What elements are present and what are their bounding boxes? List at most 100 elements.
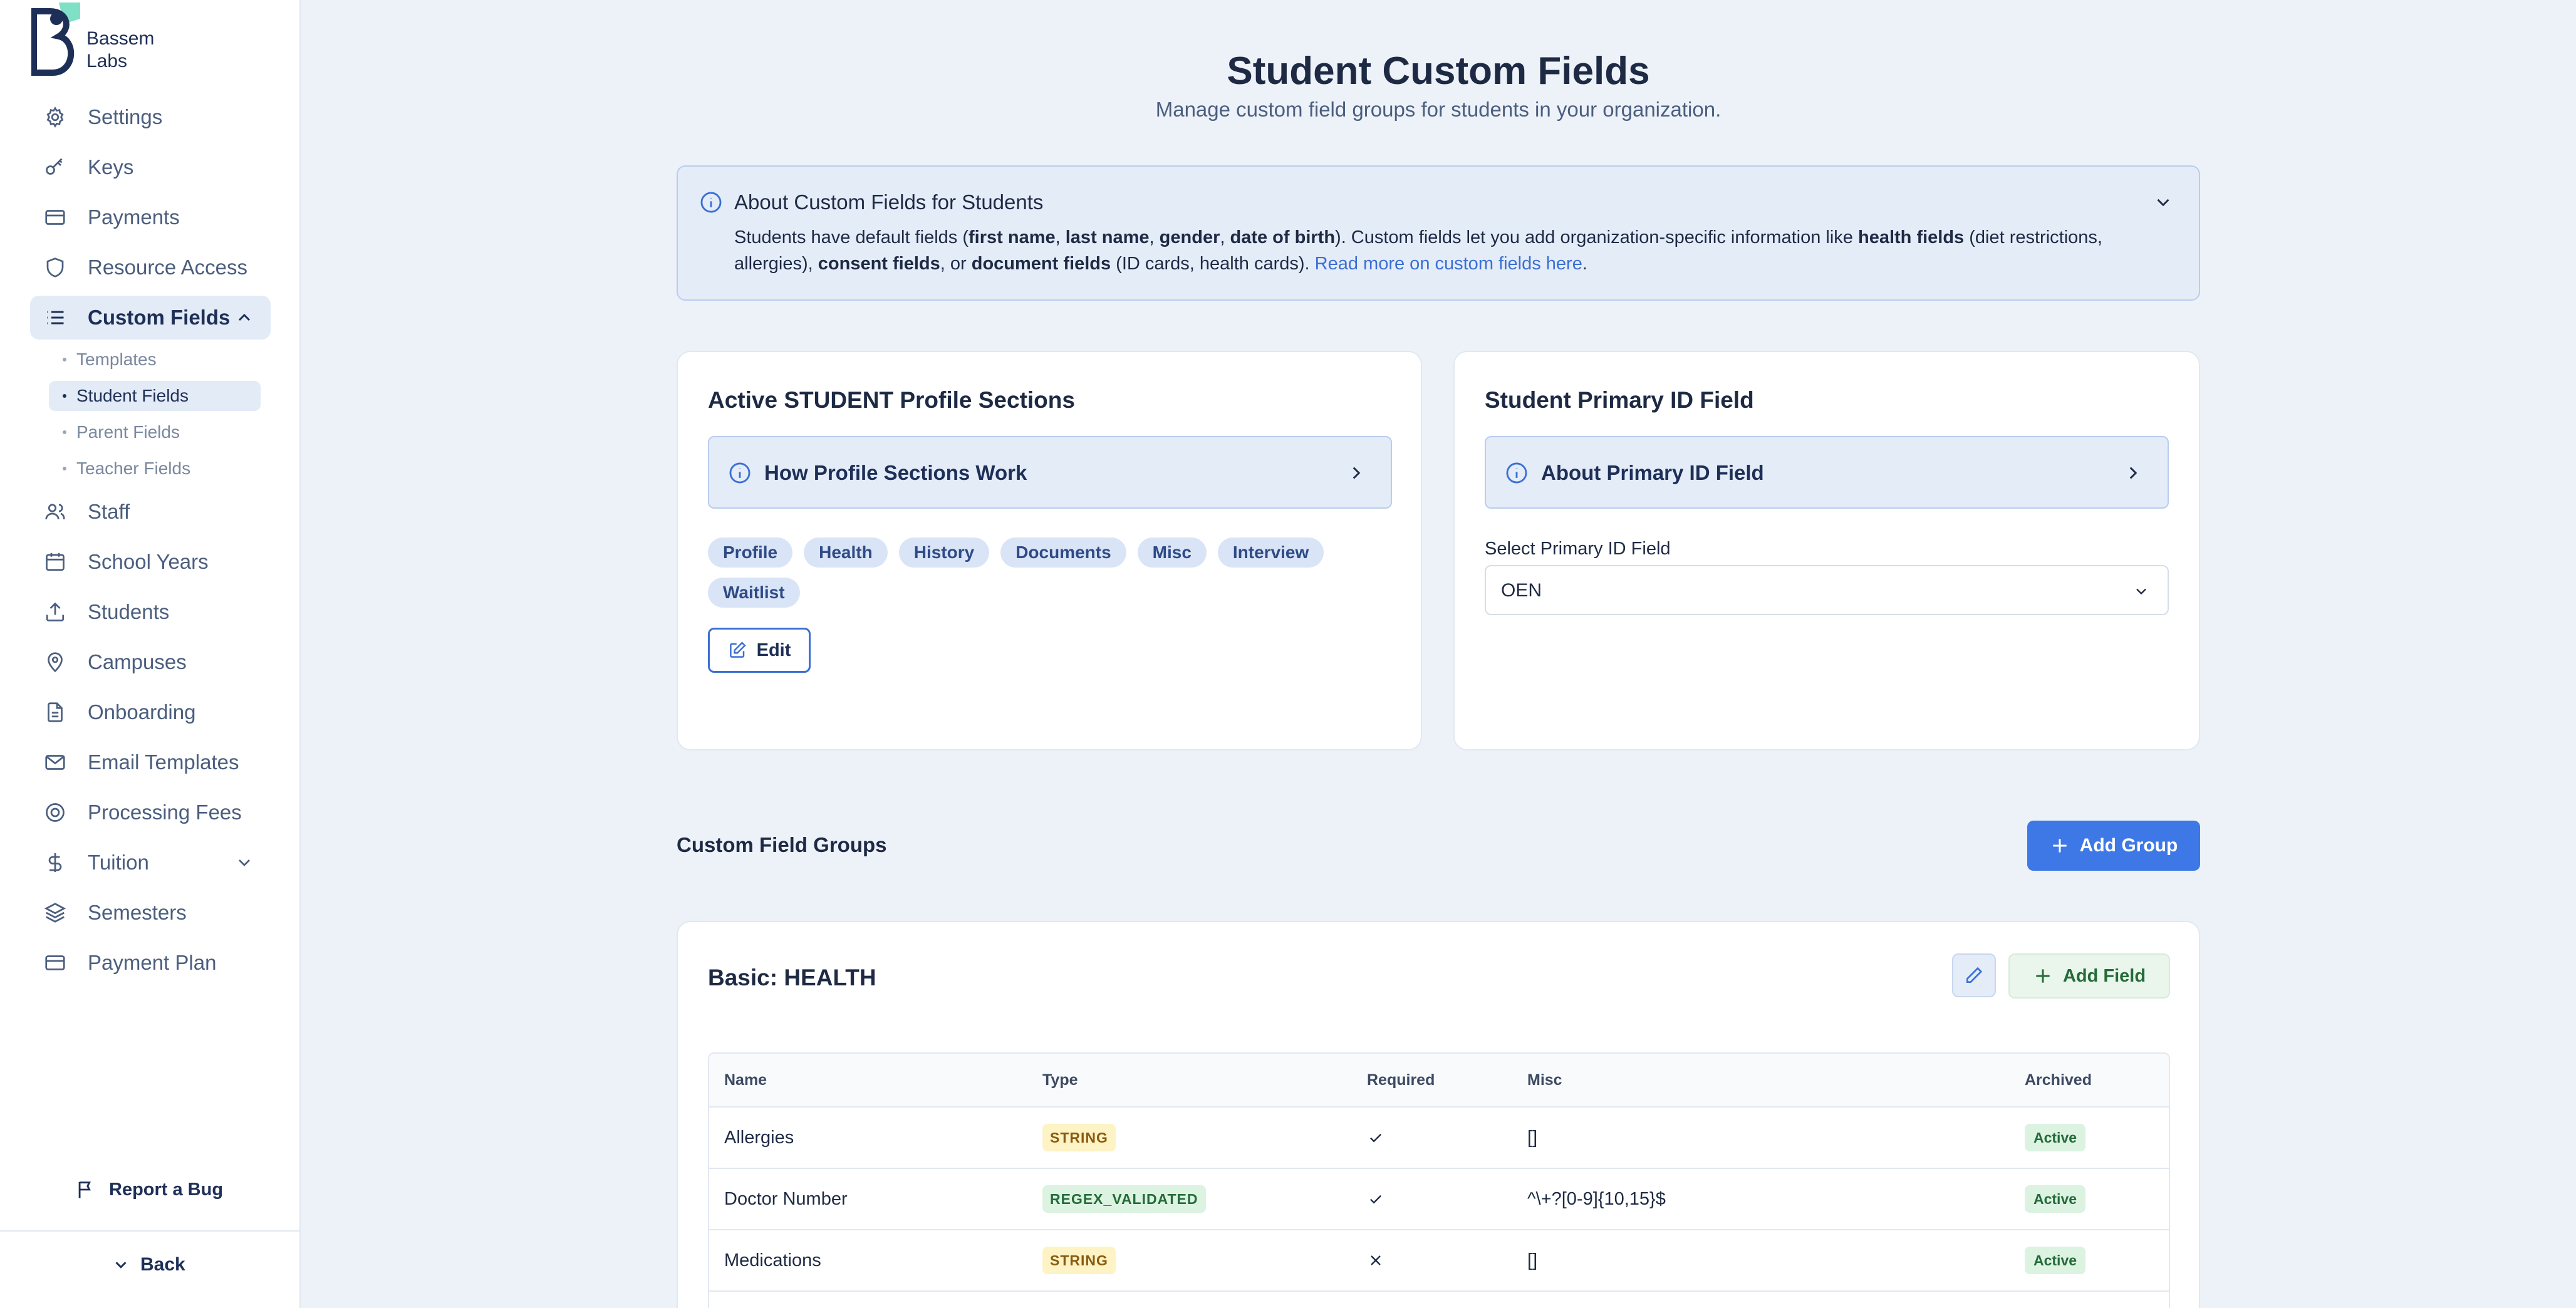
page-subtitle: Manage custom field groups for students … [1155, 98, 1722, 121]
banner-text-part: , [1220, 227, 1230, 247]
sidebar-item-label: Onboarding [88, 700, 196, 724]
info-icon [1505, 461, 1529, 485]
credit-card-icon [44, 206, 66, 229]
sidebar-item-label: Tuition [88, 851, 149, 874]
edit-sections-button[interactable]: Edit [708, 628, 811, 673]
card-title: Active STUDENT Profile Sections [708, 387, 1075, 413]
edit-label: Edit [756, 640, 791, 660]
banner-text-bold: gender [1159, 227, 1220, 247]
sidebar-item-staff[interactable]: Staff [30, 490, 271, 534]
column-header-required: Required [1367, 1071, 1435, 1089]
sidebar-item-tuition[interactable]: Tuition [30, 841, 271, 885]
table-row[interactable]: Medications STRING [] Active [709, 1229, 2169, 1290]
check-icon [1367, 1129, 1384, 1146]
about-primary-id-field[interactable]: About Primary ID Field [1485, 436, 2169, 509]
sidebar-item-payments[interactable]: Payments [30, 195, 271, 239]
chevron-down-icon[interactable] [2153, 192, 2174, 213]
sidebar-item-campuses[interactable]: Campuses [30, 640, 271, 684]
status-badge: Active [2025, 1247, 2086, 1274]
chevron-down-icon[interactable] [234, 853, 254, 873]
plus-icon [2050, 836, 2080, 856]
report-bug-button[interactable]: Report a Bug [75, 1174, 223, 1205]
field-name: Doctor Number [724, 1188, 848, 1209]
table-row[interactable] [709, 1290, 2169, 1308]
add-group-button[interactable]: Add Group [2027, 821, 2200, 871]
type-badge: STRING [1042, 1124, 1116, 1151]
sidebar-item-settings[interactable]: Settings [30, 95, 271, 139]
sidebar-item-label: Students [88, 600, 170, 623]
upload-icon [44, 601, 66, 623]
fields-table: Name Type Required Misc Archived Allergi… [708, 1052, 2170, 1308]
add-field-label: Add Field [2062, 965, 2146, 986]
mail-icon [44, 751, 66, 774]
sidebar-item-label: Campuses [88, 650, 187, 673]
edit-icon [728, 641, 757, 660]
sidebar-item-semesters[interactable]: Semesters [30, 891, 271, 935]
back-button[interactable]: Back [112, 1249, 185, 1280]
check-icon [1367, 1190, 1384, 1208]
banner-text-part: (ID cards, health cards). [1111, 254, 1315, 274]
add-field-button[interactable]: Add Field [2008, 953, 2170, 999]
credit-card-icon [44, 952, 66, 974]
column-header-misc: Misc [1527, 1071, 1562, 1089]
read-more-link[interactable]: Read more on custom fields here [1315, 254, 1582, 274]
banner-text-part: , [1149, 227, 1160, 247]
sidebar-item-label: Settings [88, 105, 163, 128]
users-icon [44, 501, 66, 523]
submenu-item-templates[interactable]: Templates [49, 345, 261, 375]
sidebar-item-label: Processing Fees [88, 801, 242, 824]
banner-text-part: Students have default fields ( [734, 227, 969, 247]
banner-text-bold: first name [969, 227, 1056, 247]
banner-text-bold: date of birth [1230, 227, 1336, 247]
sidebar-nav: Settings Keys Payments Resource Access C… [30, 95, 271, 991]
table-row[interactable]: Doctor Number REGEX_VALIDATED ^\+?[0-9]{… [709, 1168, 2169, 1229]
chevron-up-icon[interactable] [234, 308, 254, 328]
sidebar-item-students[interactable]: Students [30, 590, 271, 634]
primary-id-card: Student Primary ID Field About Primary I… [1453, 351, 2200, 750]
profile-section-pills: Profile Health History Documents Misc In… [708, 537, 1397, 618]
sidebar-item-custom-fields[interactable]: Custom Fields [30, 296, 271, 340]
chevron-down-icon [112, 1255, 140, 1274]
banner-text: Students have default fields (first name… [734, 224, 2163, 277]
info-icon [728, 461, 752, 485]
submenu-item-label: Templates [76, 350, 157, 369]
field-name: Medications [724, 1250, 821, 1270]
sidebar-divider [0, 1230, 301, 1232]
status-badge: Active [2025, 1124, 2086, 1151]
banner-text-bold: health fields [1857, 227, 1965, 247]
x-icon [1367, 1252, 1384, 1269]
card-title: Student Primary ID Field [1485, 387, 1754, 413]
sidebar-item-label: Keys [88, 155, 134, 179]
submenu-item-teacher-fields[interactable]: Teacher Fields [49, 454, 261, 484]
section-pill-profile: Profile [708, 537, 793, 568]
table-row[interactable]: Allergies STRING [] Active [709, 1106, 2169, 1168]
logo-text: Bassem Labs [86, 28, 154, 73]
bullet-icon [63, 430, 66, 434]
sidebar-item-resource-access[interactable]: Resource Access [30, 246, 271, 289]
info-icon [699, 190, 723, 214]
section-pill-waitlist: Waitlist [708, 578, 800, 608]
type-badge: STRING [1042, 1247, 1116, 1274]
sidebar-item-keys[interactable]: Keys [30, 145, 271, 189]
field-misc: [] [1527, 1250, 1538, 1270]
sidebar-item-onboarding[interactable]: Onboarding [30, 690, 271, 734]
select-value: OEN [1501, 580, 1542, 601]
how-profile-sections-work[interactable]: How Profile Sections Work [708, 436, 1392, 509]
sidebar-item-school-years[interactable]: School Years [30, 540, 271, 584]
field-name: Allergies [724, 1127, 794, 1148]
bullet-icon [63, 394, 66, 398]
sidebar-item-email-templates[interactable]: Email Templates [30, 740, 271, 784]
sidebar-item-label: Email Templates [88, 750, 239, 774]
primary-id-select[interactable]: OEN [1485, 565, 2169, 615]
submenu-item-parent-fields[interactable]: Parent Fields [49, 417, 261, 447]
banner-text-part: , [1055, 227, 1066, 247]
status-badge: Active [2025, 1185, 2086, 1213]
banner-text-bold: document fields [971, 254, 1111, 274]
field-misc: [] [1527, 1127, 1538, 1148]
sidebar-item-payment-plan[interactable]: Payment Plan [30, 941, 271, 985]
sidebar-item-processing-fees[interactable]: Processing Fees [30, 791, 271, 834]
submenu-item-student-fields[interactable]: Student Fields [49, 381, 261, 411]
custom-fields-submenu: Templates Student Fields Parent Fields T… [30, 345, 271, 484]
edit-group-button[interactable] [1952, 953, 1996, 997]
flag-icon [75, 1179, 109, 1200]
